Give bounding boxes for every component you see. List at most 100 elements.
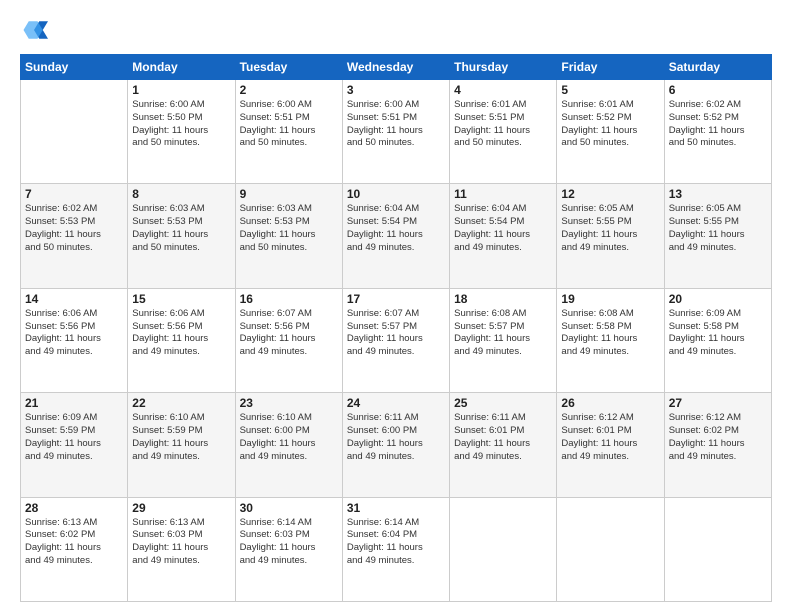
- day-info: Sunrise: 6:13 AM Sunset: 6:03 PM Dayligh…: [132, 517, 230, 568]
- calendar-cell: 25Sunrise: 6:11 AM Sunset: 6:01 PM Dayli…: [450, 393, 557, 497]
- calendar-cell: [450, 497, 557, 601]
- day-number: 12: [561, 187, 659, 201]
- day-number: 2: [240, 83, 338, 97]
- day-info: Sunrise: 6:11 AM Sunset: 6:00 PM Dayligh…: [347, 412, 445, 463]
- calendar-cell: 2Sunrise: 6:00 AM Sunset: 5:51 PM Daylig…: [235, 80, 342, 184]
- day-info: Sunrise: 6:06 AM Sunset: 5:56 PM Dayligh…: [132, 308, 230, 359]
- logo: [20, 16, 52, 44]
- calendar-cell: 22 Sunrise: 6:10 AM Sunset: 5:59 PM Dayli…: [128, 393, 235, 497]
- col-header-sunday: Sunday: [21, 55, 128, 80]
- day-number: 8: [132, 187, 230, 201]
- day-info: Sunrise: 6:09 AM Sunset: 5:59 PM Dayligh…: [25, 412, 123, 463]
- calendar-cell: 6 Sunrise: 6:02 AM Sunset: 5:52 PM Daylig…: [664, 80, 771, 184]
- calendar-cell: 12 Sunrise: 6:05 AM Sunset: 5:55 PM Dayli…: [557, 184, 664, 288]
- day-number: 16: [240, 292, 338, 306]
- calendar-cell: [557, 497, 664, 601]
- day-info: Sunrise: 6:07 AM Sunset: 5:57 PM Dayligh…: [347, 308, 445, 359]
- day-number: 23: [240, 396, 338, 410]
- day-number: 25: [454, 396, 552, 410]
- calendar-cell: 1 Sunrise: 6:00 AM Sunset: 5:50 PM Daylig…: [128, 80, 235, 184]
- day-info: Sunrise: 6:03 AM Sunset: 5:53 PM Dayligh…: [240, 203, 338, 254]
- day-number: 28: [25, 501, 123, 515]
- day-info: Sunrise: 6:04 AM Sunset: 5:54 PM Dayligh…: [347, 203, 445, 254]
- calendar-cell: 18 Sunrise: 6:08 AM Sunset: 5:57 PM Dayli…: [450, 288, 557, 392]
- calendar-cell: 15 Sunrise: 6:06 AM Sunset: 5:56 PM Dayli…: [128, 288, 235, 392]
- calendar-cell: 16 Sunrise: 6:07 AM Sunset: 5:56 PM Dayli…: [235, 288, 342, 392]
- day-info: Sunrise: 6:00 AM Sunset: 5:51 PM Dayligh…: [347, 99, 445, 150]
- calendar-cell: 3 Sunrise: 6:00 AM Sunset: 5:51 PM Daylig…: [342, 80, 449, 184]
- calendar-cell: 28 Sunrise: 6:13 AM Sunset: 6:02 PM Dayli…: [21, 497, 128, 601]
- col-header-thursday: Thursday: [450, 55, 557, 80]
- day-info: Sunrise: 6:10 AM Sunset: 6:00 PM Dayligh…: [240, 412, 338, 463]
- calendar-cell: 17 Sunrise: 6:07 AM Sunset: 5:57 PM Dayli…: [342, 288, 449, 392]
- day-number: 26: [561, 396, 659, 410]
- day-number: 6: [669, 83, 767, 97]
- week-row-5: 28 Sunrise: 6:13 AM Sunset: 6:02 PM Dayli…: [21, 497, 772, 601]
- day-number: 20: [669, 292, 767, 306]
- day-number: 1: [132, 83, 230, 97]
- calendar-cell: 21 Sunrise: 6:09 AM Sunset: 5:59 PM Dayli…: [21, 393, 128, 497]
- calendar-table: SundayMondayTuesdayWednesdayThursdayFrid…: [20, 54, 772, 602]
- day-info: Sunrise: 6:13 AM Sunset: 6:02 PM Dayligh…: [25, 517, 123, 568]
- col-header-tuesday: Tuesday: [235, 55, 342, 80]
- day-info: Sunrise: 6:01 AM Sunset: 5:51 PM Dayligh…: [454, 99, 552, 150]
- day-number: 4: [454, 83, 552, 97]
- day-number: 11: [454, 187, 552, 201]
- col-header-wednesday: Wednesday: [342, 55, 449, 80]
- day-info: Sunrise: 6:02 AM Sunset: 5:53 PM Dayligh…: [25, 203, 123, 254]
- day-info: Sunrise: 6:12 AM Sunset: 6:02 PM Dayligh…: [669, 412, 767, 463]
- day-info: Sunrise: 6:12 AM Sunset: 6:01 PM Dayligh…: [561, 412, 659, 463]
- day-number: 22: [132, 396, 230, 410]
- calendar-cell: 23 Sunrise: 6:10 AM Sunset: 6:00 PM Dayli…: [235, 393, 342, 497]
- day-number: 29: [132, 501, 230, 515]
- day-info: Sunrise: 6:03 AM Sunset: 5:53 PM Dayligh…: [132, 203, 230, 254]
- calendar-cell: 26 Sunrise: 6:12 AM Sunset: 6:01 PM Dayli…: [557, 393, 664, 497]
- calendar-cell: 9 Sunrise: 6:03 AM Sunset: 5:53 PM Daylig…: [235, 184, 342, 288]
- day-number: 15: [132, 292, 230, 306]
- calendar-cell: 14 Sunrise: 6:06 AM Sunset: 5:56 PM Dayli…: [21, 288, 128, 392]
- day-info: Sunrise: 6:07 AM Sunset: 5:56 PM Dayligh…: [240, 308, 338, 359]
- day-number: 14: [25, 292, 123, 306]
- col-header-monday: Monday: [128, 55, 235, 80]
- page: SundayMondayTuesdayWednesdayThursdayFrid…: [0, 0, 792, 612]
- calendar-cell: 27 Sunrise: 6:12 AM Sunset: 6:02 PM Dayli…: [664, 393, 771, 497]
- week-row-1: 1 Sunrise: 6:00 AM Sunset: 5:50 PM Daylig…: [21, 80, 772, 184]
- day-number: 5: [561, 83, 659, 97]
- day-info: Sunrise: 6:06 AM Sunset: 5:56 PM Dayligh…: [25, 308, 123, 359]
- calendar-cell: 29 Sunrise: 6:13 AM Sunset: 6:03 PM Dayli…: [128, 497, 235, 601]
- day-info: Sunrise: 6:05 AM Sunset: 5:55 PM Dayligh…: [669, 203, 767, 254]
- day-number: 18: [454, 292, 552, 306]
- day-info: Sunrise: 6:08 AM Sunset: 5:57 PM Dayligh…: [454, 308, 552, 359]
- day-number: 3: [347, 83, 445, 97]
- calendar-cell: 8 Sunrise: 6:03 AM Sunset: 5:53 PM Daylig…: [128, 184, 235, 288]
- day-number: 21: [25, 396, 123, 410]
- day-info: Sunrise: 6:14 AM Sunset: 6:04 PM Dayligh…: [347, 517, 445, 568]
- calendar-cell: 24Sunrise: 6:11 AM Sunset: 6:00 PM Dayli…: [342, 393, 449, 497]
- day-number: 9: [240, 187, 338, 201]
- day-number: 10: [347, 187, 445, 201]
- calendar-cell: 19Sunrise: 6:08 AM Sunset: 5:58 PM Dayli…: [557, 288, 664, 392]
- day-number: 19: [561, 292, 659, 306]
- day-number: 17: [347, 292, 445, 306]
- calendar-header-row: SundayMondayTuesdayWednesdayThursdayFrid…: [21, 55, 772, 80]
- day-info: Sunrise: 6:14 AM Sunset: 6:03 PM Dayligh…: [240, 517, 338, 568]
- day-number: 27: [669, 396, 767, 410]
- day-number: 13: [669, 187, 767, 201]
- calendar-cell: 10 Sunrise: 6:04 AM Sunset: 5:54 PM Dayli…: [342, 184, 449, 288]
- calendar-cell: 5Sunrise: 6:01 AM Sunset: 5:52 PM Daylig…: [557, 80, 664, 184]
- day-number: 30: [240, 501, 338, 515]
- day-info: Sunrise: 6:00 AM Sunset: 5:50 PM Dayligh…: [132, 99, 230, 150]
- day-info: Sunrise: 6:05 AM Sunset: 5:55 PM Dayligh…: [561, 203, 659, 254]
- logo-icon: [20, 16, 48, 44]
- day-info: Sunrise: 6:04 AM Sunset: 5:54 PM Dayligh…: [454, 203, 552, 254]
- day-info: Sunrise: 6:02 AM Sunset: 5:52 PM Dayligh…: [669, 99, 767, 150]
- calendar-cell: 20Sunrise: 6:09 AM Sunset: 5:58 PM Dayli…: [664, 288, 771, 392]
- day-info: Sunrise: 6:10 AM Sunset: 5:59 PM Dayligh…: [132, 412, 230, 463]
- day-number: 7: [25, 187, 123, 201]
- calendar-cell: [21, 80, 128, 184]
- header: [20, 16, 772, 44]
- week-row-3: 14 Sunrise: 6:06 AM Sunset: 5:56 PM Dayli…: [21, 288, 772, 392]
- week-row-2: 7 Sunrise: 6:02 AM Sunset: 5:53 PM Daylig…: [21, 184, 772, 288]
- calendar-cell: [664, 497, 771, 601]
- calendar-cell: 4 Sunrise: 6:01 AM Sunset: 5:51 PM Daylig…: [450, 80, 557, 184]
